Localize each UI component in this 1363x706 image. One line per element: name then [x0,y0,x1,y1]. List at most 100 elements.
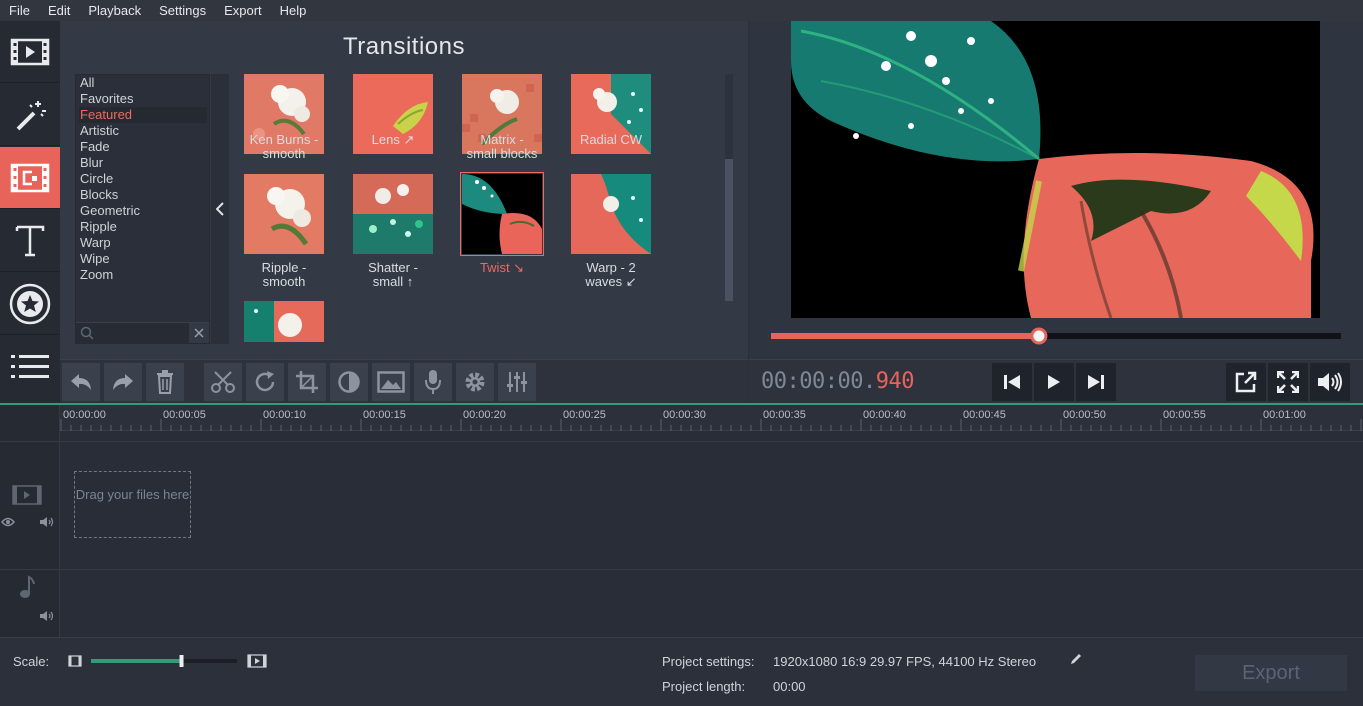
menu-edit[interactable]: Edit [39,3,79,18]
menu-help[interactable]: Help [271,3,316,18]
volume-button[interactable] [1310,363,1350,401]
category-all[interactable]: All [79,75,207,91]
sidebar-stickers-button[interactable] [0,273,60,335]
category-ripple[interactable]: Ripple [79,219,207,235]
audio-track-volume-icon[interactable] [39,610,55,622]
category-blur[interactable]: Blur [79,155,207,171]
ruler-label: 00:00:40 [863,409,906,421]
previous-button[interactable] [992,363,1032,401]
crop-icon [296,371,318,393]
sidebar-filters-button[interactable] [0,84,60,146]
video-track-volume-icon[interactable] [39,516,55,528]
sidebar-media-button[interactable] [0,21,60,83]
skip-back-icon [1004,375,1020,389]
ruler-label: 00:00:00 [63,409,106,421]
scissors-icon [211,371,235,393]
delete-button[interactable] [146,363,184,401]
menu-settings[interactable]: Settings [150,3,215,18]
category-featured[interactable]: Featured [79,107,207,123]
redo-button[interactable] [104,363,142,401]
menu-export[interactable]: Export [215,3,271,18]
ruler-label: 00:00:10 [263,409,306,421]
zoom-out-icon[interactable] [68,655,82,667]
dropzone-text: Drag your files here [75,487,190,502]
menu-playback[interactable]: Playback [79,3,150,18]
play-icon [1048,375,1060,389]
edit-settings-icon[interactable] [1069,652,1083,666]
detach-preview-button[interactable] [1226,363,1266,401]
category-zoom[interactable]: Zoom [79,267,207,283]
project-length-label: Project length: [662,679,746,694]
category-favorites[interactable]: Favorites [79,91,207,107]
edit-toolbar [60,359,748,403]
transitions-panel: Transitions All Favorites Featured Artis… [60,21,748,359]
panel-title: Transitions [343,33,465,60]
sidebar-titles-button[interactable] [0,210,60,272]
thumbnail-scrollbar[interactable] [725,74,733,301]
image-icon [377,371,405,393]
scale-slider[interactable] [90,654,240,668]
ruler-label: 00:00:50 [1063,409,1106,421]
eye-icon[interactable] [1,517,15,527]
category-geometric[interactable]: Geometric [79,203,207,219]
thumbnail-image [244,301,324,342]
zoom-in-icon[interactable] [247,654,267,668]
image-button[interactable] [372,363,410,401]
sidebar-more-button[interactable] [0,336,60,398]
category-circle[interactable]: Circle [79,171,207,187]
seek-slider[interactable] [749,318,1363,360]
seek-bar-area [749,318,1363,360]
category-artistic[interactable]: Artistic [79,123,207,139]
sidebar-transitions-button[interactable] [0,147,60,209]
transition-thumb-twist[interactable] [460,172,544,256]
magic-wand-icon [16,100,46,130]
transition-thumb-warp[interactable] [571,174,651,254]
category-wipe[interactable]: Wipe [79,251,207,267]
category-fade[interactable]: Fade [79,139,207,155]
category-blocks[interactable]: Blocks [79,187,207,203]
more-list-icon [11,355,49,378]
transition-thumb-partial[interactable] [244,301,324,342]
transition-label: Warp - 2 waves ↙ [585,260,637,289]
next-button[interactable] [1076,363,1116,401]
clip-properties-button[interactable] [456,363,494,401]
ruler-label: 00:01:00 [1263,409,1306,421]
crop-button[interactable] [288,363,326,401]
rotate-button[interactable] [246,363,284,401]
ruler-label: 00:00:30 [663,409,706,421]
transition-thumb-shatter[interactable] [353,174,433,254]
category-search-input[interactable] [76,322,209,343]
menu-file[interactable]: File [0,3,39,18]
status-bar: Scale: Project settings: 1920x1080 16:9 … [0,637,1363,706]
timecode-display: 00:00:00.940 [761,369,914,394]
collapse-categories-button[interactable] [211,74,229,344]
transition-label: Shatter - small ↑ [368,260,418,289]
project-settings-label: Project settings: [662,654,755,669]
media-icon [10,38,50,65]
play-button[interactable] [1034,363,1074,401]
playback-bar: 00:00:00.940 [749,359,1363,403]
category-warp[interactable]: Warp [79,235,207,251]
color-adjust-button[interactable] [330,363,368,401]
ruler-label: 00:00:15 [363,409,406,421]
transition-label: Ripple - smooth [261,260,307,289]
rotate-icon [255,371,275,392]
fullscreen-button[interactable] [1268,363,1308,401]
ruler-label: 00:00:25 [563,409,606,421]
transition-label: Ken Burns - smooth [249,132,319,161]
cut-button[interactable] [204,363,242,401]
equalizer-button[interactable] [498,363,536,401]
drop-files-zone[interactable]: Drag your files here [74,471,191,538]
scrollbar-thumb[interactable] [725,159,733,301]
transition-label: Lens ↗ [371,132,415,147]
record-audio-button[interactable] [414,363,452,401]
chevron-left-icon [216,202,224,216]
redo-icon [113,374,133,390]
undo-button[interactable] [62,363,100,401]
export-button[interactable]: Export [1195,655,1347,691]
clear-search-button[interactable] [189,323,209,343]
transition-thumb-ripple[interactable] [244,174,324,254]
timeline-ruler[interactable]: 00:00:00 00:00:05 00:00:10 00:00:15 00:0… [60,405,1363,431]
undo-icon [71,374,91,390]
thumbnail-image [571,174,651,254]
